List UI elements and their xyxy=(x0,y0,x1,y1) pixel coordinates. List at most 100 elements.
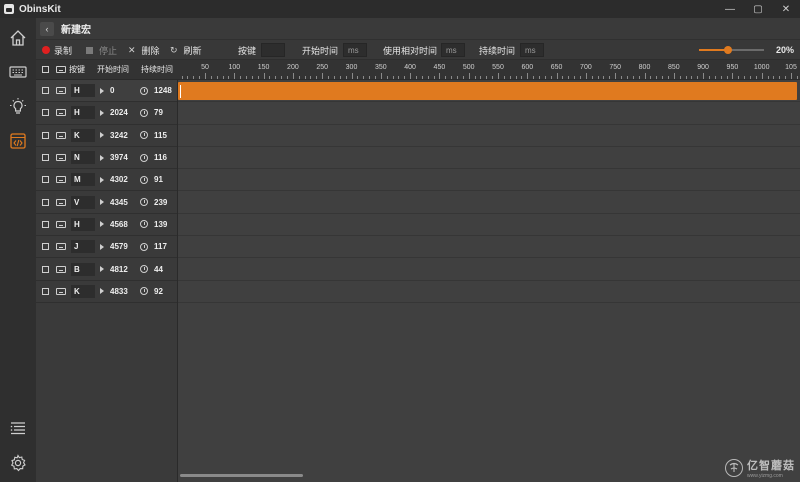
list-item[interactable]: B 4812 44 xyxy=(36,258,177,281)
row-checkbox[interactable] xyxy=(42,287,49,295)
list-item[interactable]: V 4345 239 xyxy=(36,191,177,214)
zoom-slider[interactable] xyxy=(699,46,764,54)
lightbulb-icon[interactable] xyxy=(8,96,28,116)
list-item[interactable]: K 3242 115 xyxy=(36,124,177,147)
record-button[interactable]: 录制 xyxy=(42,40,72,60)
ruler-tick xyxy=(720,76,722,79)
macro-event-list: H 0 1248 H 2024 79 K 3242 115 N 3974 116 M 4302 91 V 434… xyxy=(36,80,177,303)
ruler-tick xyxy=(468,73,470,79)
ruler-tick-label: 100 xyxy=(228,64,241,71)
row-checkbox[interactable] xyxy=(42,154,49,162)
key-field-label: 按键 xyxy=(238,45,257,56)
list-item[interactable]: J 4579 117 xyxy=(36,236,177,259)
timeline-row xyxy=(178,125,800,147)
list-item[interactable]: M 4302 91 xyxy=(36,169,177,192)
refresh-button[interactable]: ↻ 刷新 xyxy=(170,40,202,60)
keyboard-icon xyxy=(56,220,66,228)
list-item[interactable]: H 2024 79 xyxy=(36,102,177,125)
column-duration: 持续时间 xyxy=(141,65,173,74)
back-button[interactable]: ‹ xyxy=(40,21,54,36)
ruler-tick xyxy=(199,76,201,79)
ruler-tick xyxy=(246,76,248,79)
delete-label: 删除 xyxy=(141,45,160,56)
key-event-bar[interactable] xyxy=(178,82,797,100)
keyboard-icon xyxy=(56,287,66,295)
key-field[interactable] xyxy=(261,43,286,57)
row-key[interactable]: V xyxy=(71,195,95,209)
start-time-label: 开始时间 xyxy=(302,45,339,56)
ruler-tick-label: 200 xyxy=(287,64,299,71)
row-checkbox[interactable] xyxy=(42,243,49,251)
row-key[interactable]: N xyxy=(71,151,95,165)
clock-icon xyxy=(140,220,148,229)
ruler-tick xyxy=(275,76,277,79)
ruler-tick-label: 50 xyxy=(201,64,209,71)
row-key[interactable]: B xyxy=(71,262,95,276)
close-button[interactable]: ✕ xyxy=(772,0,800,18)
duration-label: 持续时间 xyxy=(479,45,516,56)
close-icon: ✕ xyxy=(128,44,136,55)
macro-code-icon[interactable] xyxy=(8,131,28,151)
ruler-tick xyxy=(351,73,353,79)
bar-resize-handle[interactable] xyxy=(180,85,181,98)
timeline-row xyxy=(178,169,800,192)
delete-button[interactable]: ✕ 删除 xyxy=(128,40,160,60)
row-key[interactable]: H xyxy=(71,217,95,231)
ruler-tick xyxy=(585,73,587,79)
ruler-tick xyxy=(621,76,623,79)
zoom-slider-thumb[interactable] xyxy=(724,46,733,54)
gear-icon[interactable] xyxy=(8,453,28,473)
timeline-row xyxy=(178,192,800,214)
row-checkbox[interactable] xyxy=(42,131,49,139)
stop-button[interactable]: 停止 xyxy=(86,40,117,60)
horizontal-scrollbar[interactable] xyxy=(180,474,303,477)
row-checkbox[interactable] xyxy=(42,198,49,206)
row-duration: 139 xyxy=(154,219,168,229)
ruler-tick xyxy=(287,76,289,79)
keyboard-icon xyxy=(56,265,66,273)
ruler-tick xyxy=(205,73,206,79)
ruler-tick-label: 850 xyxy=(667,64,680,71)
list-icon[interactable] xyxy=(8,418,28,438)
clock-icon xyxy=(140,108,148,117)
app-logo-icon xyxy=(4,4,14,14)
row-checkbox[interactable] xyxy=(42,176,49,184)
ruler-tick-label: 500 xyxy=(462,64,475,71)
row-checkbox[interactable] xyxy=(42,220,49,228)
row-key[interactable]: H xyxy=(71,84,95,98)
ruler-tick xyxy=(615,73,617,79)
row-checkbox[interactable] xyxy=(42,87,49,95)
row-key[interactable]: H xyxy=(71,106,95,120)
ruler-tick xyxy=(667,76,669,79)
ruler-tick xyxy=(456,76,458,79)
list-item[interactable]: H 0 1248 xyxy=(36,80,177,103)
maximize-button[interactable]: ▢ xyxy=(744,0,772,18)
list-item[interactable]: K 4833 92 xyxy=(36,280,177,303)
ruler-tick xyxy=(679,76,681,79)
home-icon[interactable] xyxy=(8,28,28,48)
row-key[interactable]: K xyxy=(71,128,95,142)
ruler-tick xyxy=(503,76,505,79)
ruler-tick xyxy=(322,73,324,79)
relative-time-field[interactable]: ms xyxy=(441,43,466,57)
ruler-tick xyxy=(363,76,365,79)
row-checkbox[interactable] xyxy=(42,265,49,273)
ruler-tick xyxy=(480,76,482,79)
row-key[interactable]: M xyxy=(71,173,95,187)
ruler-tick xyxy=(339,76,341,79)
ruler-tick xyxy=(738,76,740,79)
ruler-tick xyxy=(240,76,242,79)
list-item[interactable]: N 3974 116 xyxy=(36,146,177,170)
row-key[interactable]: J xyxy=(71,240,95,254)
start-time-field[interactable]: ms xyxy=(343,43,368,57)
row-key[interactable]: K xyxy=(71,284,95,298)
minimize-button[interactable]: — xyxy=(716,0,744,18)
list-item[interactable]: H 4568 139 xyxy=(36,213,177,237)
ruler-tick-label: 350 xyxy=(374,64,387,71)
ruler-tick xyxy=(474,76,476,79)
keyboard-icon[interactable] xyxy=(8,62,28,82)
duration-field[interactable]: ms xyxy=(520,43,545,57)
ruler-tick xyxy=(779,76,781,79)
select-all-checkbox[interactable] xyxy=(42,66,49,73)
row-checkbox[interactable] xyxy=(42,109,49,117)
